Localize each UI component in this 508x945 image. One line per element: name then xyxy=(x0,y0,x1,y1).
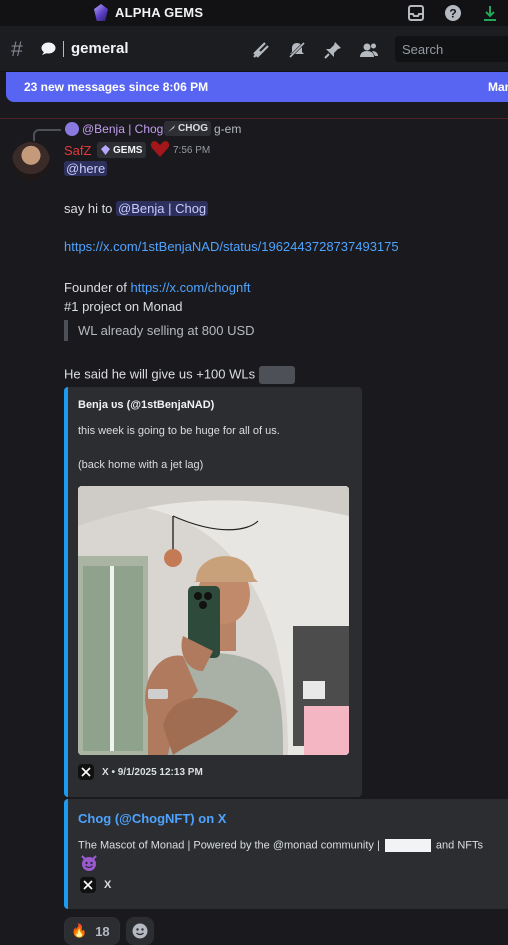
search-input[interactable] xyxy=(395,36,508,62)
unread-divider xyxy=(0,118,508,119)
reply-connector xyxy=(33,129,61,141)
threads-icon[interactable] xyxy=(250,39,272,61)
new-messages-bar[interactable]: 23 new messages since 8:06 PM Mar xyxy=(6,72,508,102)
reply-author[interactable]: @Benja | Chog xyxy=(82,122,163,136)
quote-text: WL already selling at 800 USD xyxy=(78,323,255,338)
embed-footer-text: X xyxy=(104,879,112,891)
reply-preview[interactable]: g-em xyxy=(214,122,241,136)
block-quote: WL already selling at 800 USD xyxy=(64,320,255,341)
inbox-icon[interactable] xyxy=(406,3,426,23)
x-logo-icon xyxy=(80,877,96,893)
profile-link[interactable]: https://x.com/chognft xyxy=(131,280,251,295)
add-reaction-button[interactable] xyxy=(126,917,154,945)
embed-description: this week is going to be huge for all of… xyxy=(78,425,280,437)
user-mention[interactable]: @Benja | Chog xyxy=(116,201,209,216)
smiley-icon xyxy=(132,923,148,939)
gems-tag-label: GEMS xyxy=(113,144,143,156)
author-name[interactable]: SafZ xyxy=(64,143,91,158)
embed-description: The Mascot of Monad | Powered by the @mo… xyxy=(78,839,483,852)
message-line: https://x.com/1stBenjaNAD/status/1962443… xyxy=(64,239,399,254)
embed-footer: X xyxy=(80,877,111,893)
mute-icon[interactable] xyxy=(286,39,308,61)
chat-bubble-icon xyxy=(41,42,56,60)
embed-image[interactable] xyxy=(78,486,349,755)
message-text: #1 project on Monad xyxy=(64,299,183,314)
reaction-fire[interactable]: 🔥 18 xyxy=(64,917,120,945)
hash-icon: # xyxy=(11,38,23,61)
message-line: @here xyxy=(64,161,108,176)
embed-author[interactable]: Benja ᴜs (@1stBenjaNAD) xyxy=(78,399,214,411)
heart-badge-icon xyxy=(150,140,170,163)
server-header[interactable]: ALPHA GEMS xyxy=(94,4,203,21)
avatar[interactable] xyxy=(12,142,50,180)
rocket-icon xyxy=(168,125,175,132)
embed-footer-text: X • 9/1/2025 12:13 PM xyxy=(102,766,203,778)
tweet-embed: Benja ᴜs (@1stBenjaNAD) this week is goi… xyxy=(64,387,362,797)
members-icon[interactable] xyxy=(358,39,380,61)
channel-header: # gemeral xyxy=(0,26,508,72)
message-line: Founder of https://x.com/chognft xyxy=(64,280,250,295)
help-icon[interactable]: ? xyxy=(443,3,463,23)
new-messages-text: 23 new messages since 8:06 PM xyxy=(24,80,209,94)
message-line: He said he will give us +100 WLs xyxy=(64,366,295,384)
svg-text:?: ? xyxy=(449,7,456,21)
reaction-count: 18 xyxy=(95,923,110,939)
devil-emoji-icon xyxy=(80,854,98,877)
fire-emoji-icon: 🔥 xyxy=(71,923,88,938)
chog-tag: CHOG xyxy=(164,121,211,136)
pin-icon[interactable] xyxy=(322,39,344,61)
embed-description-text: The Mascot of Monad | Powered by the @mo… xyxy=(78,839,380,852)
message-list: @Benja | Chog CHOG g-em SafZ GEMS 7:56 P… xyxy=(0,102,508,945)
gem-icon xyxy=(94,4,108,21)
download-icon[interactable] xyxy=(480,3,500,23)
gem-icon xyxy=(101,145,110,155)
reply-avatar[interactable] xyxy=(65,122,79,136)
embed-description-text: and NFTs xyxy=(435,839,483,852)
embed-footer: X • 9/1/2025 12:13 PM xyxy=(78,764,203,780)
divider xyxy=(63,41,64,57)
channel-name: gemeral xyxy=(71,40,129,57)
redacted-block xyxy=(384,839,431,852)
message-text: say hi to xyxy=(64,201,117,216)
embed-description: (back home with a jet lag) xyxy=(78,459,204,471)
profile-embed: Chog (@ChogNFT) on X The Mascot of Monad… xyxy=(64,799,508,909)
custom-emoji xyxy=(258,366,295,384)
mark-as-read-button[interactable]: Mar xyxy=(488,80,508,94)
timestamp: 7:56 PM xyxy=(173,145,211,156)
title-bar: ALPHA GEMS ? xyxy=(0,0,508,26)
tweet-link[interactable]: https://x.com/1stBenjaNAD/status/1962443… xyxy=(64,239,399,254)
chog-tag-label: CHOG xyxy=(178,123,208,134)
gems-tag: GEMS xyxy=(97,142,147,158)
message-line: say hi to @Benja | Chog xyxy=(64,201,209,216)
embed-title[interactable]: Chog (@ChogNFT) on X xyxy=(78,811,226,826)
message-text: Founder of xyxy=(64,280,131,295)
server-name: ALPHA GEMS xyxy=(115,5,204,20)
here-mention[interactable]: @here xyxy=(64,161,108,176)
message-text: He said he will give us +100 WLs xyxy=(64,366,256,382)
x-logo-icon xyxy=(78,764,94,780)
